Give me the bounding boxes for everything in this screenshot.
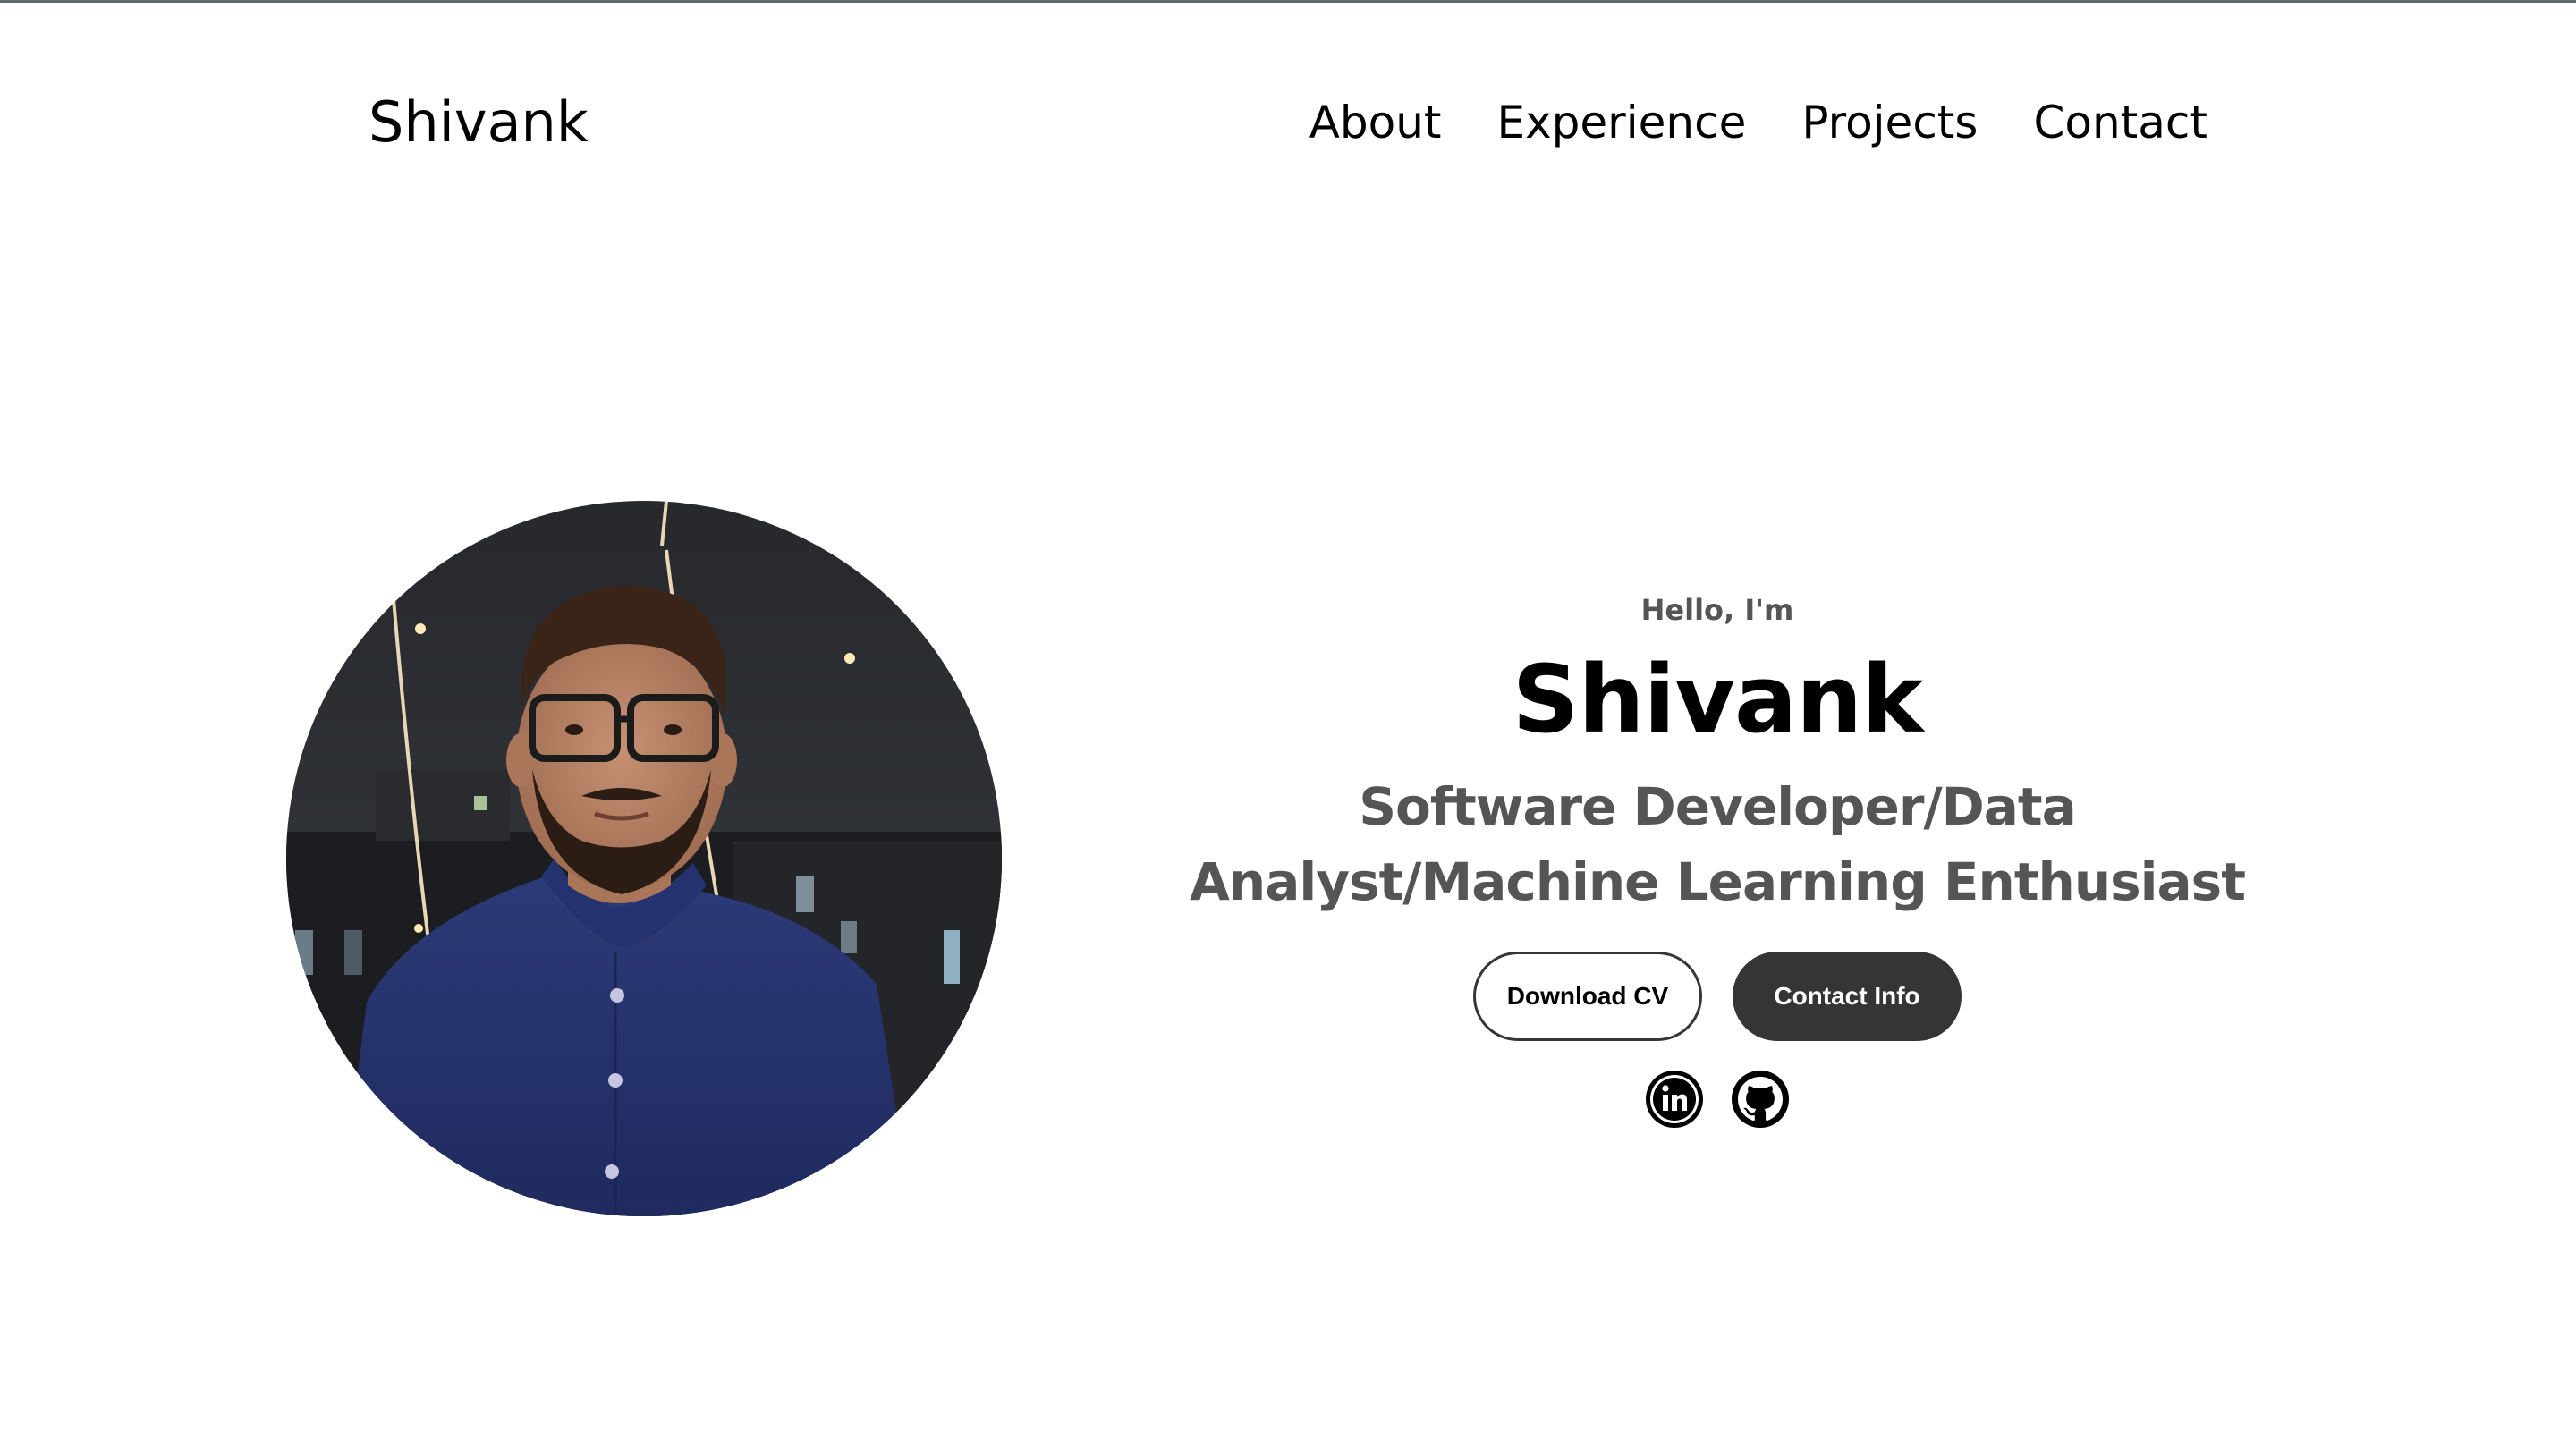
hero-name: Shivank [1512,645,1924,754]
role-subtitle: Software Developer/Data Analyst/Machine … [1190,776,2246,912]
hero-text: Hello, I'm Shivank Software Developer/Da… [1091,590,2343,1129]
linkedin-icon[interactable] [1645,1070,1704,1129]
github-icon[interactable] [1731,1070,1790,1129]
greeting-text: Hello, I'm [1640,593,1794,627]
profile-photo [286,501,1002,1216]
hero-buttons: Download CV Contact Info [1091,952,2343,1041]
contact-info-button[interactable]: Contact Info [1733,952,1962,1041]
download-cv-button[interactable]: Download CV [1473,952,1702,1041]
hero-section: Hello, I'm Shivank Software Developer/Da… [0,0,2576,1456]
social-links [1091,1070,2343,1129]
